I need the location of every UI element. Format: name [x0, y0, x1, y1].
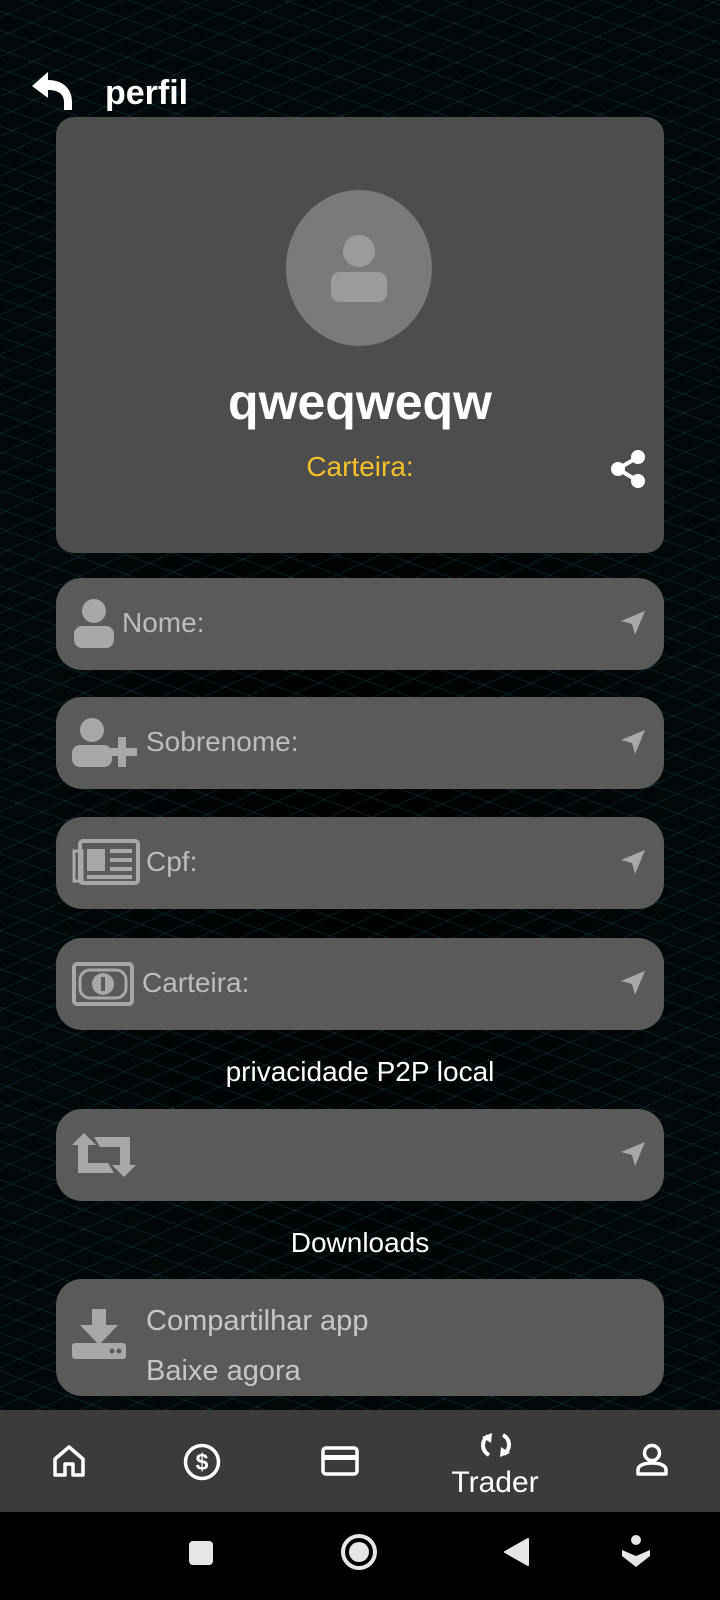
- share-app-title: Compartilhar app: [146, 1305, 369, 1337]
- wallet-label: Carteira:: [306, 451, 414, 482]
- nav-card[interactable]: [290, 1410, 390, 1512]
- newspaper-icon: [72, 839, 140, 885]
- nav-dollar[interactable]: $: [153, 1410, 253, 1512]
- person-icon: [636, 1443, 668, 1476]
- back-button[interactable]: [28, 68, 76, 114]
- location-arrow-icon: [621, 850, 645, 874]
- downloads-section-title: Downloads: [290, 1227, 430, 1258]
- assistant-button[interactable]: [620, 1534, 652, 1575]
- share-icon: [611, 450, 645, 488]
- location-arrow-icon: [621, 971, 645, 995]
- system-nav-bar: [0, 1512, 720, 1600]
- share-app-subtitle: Baixe agora: [146, 1355, 301, 1387]
- bottom-nav: $ Trader: [0, 1410, 720, 1512]
- field-label-sobrenome: Sobrenome:: [146, 726, 299, 757]
- field-label-cpf: Cpf:: [146, 846, 198, 877]
- header: perfil: [0, 64, 720, 120]
- back-nav-button[interactable]: [502, 1537, 530, 1572]
- username: qweqweqw: [228, 374, 492, 430]
- svg-text:$: $: [196, 1449, 209, 1475]
- page-title: perfil: [105, 74, 189, 112]
- credit-card-icon: [321, 1446, 359, 1476]
- share-app-card[interactable]: Compartilhar app Baixe agora: [56, 1279, 664, 1396]
- download-icon: [72, 1309, 126, 1359]
- nav-trader[interactable]: Trader: [435, 1410, 555, 1512]
- field-row-nome[interactable]: Nome:: [56, 578, 664, 670]
- retweet-icon: [72, 1133, 136, 1177]
- user-plus-icon: [72, 718, 137, 767]
- nav-profile[interactable]: [602, 1410, 702, 1512]
- field-row-sobrenome[interactable]: Sobrenome:: [56, 697, 664, 789]
- privacy-row[interactable]: [56, 1109, 664, 1201]
- share-button[interactable]: [608, 449, 648, 489]
- dollar-icon: $: [183, 1443, 221, 1481]
- profile-card: qweqweqw Carteira:: [56, 117, 664, 553]
- home-icon: [53, 1445, 85, 1477]
- avatar[interactable]: [286, 190, 432, 346]
- square-icon: [189, 1541, 213, 1565]
- field-label-carteira: Carteira:: [142, 967, 250, 998]
- recents-button[interactable]: [188, 1540, 214, 1571]
- user-icon: [74, 599, 114, 648]
- field-row-cpf[interactable]: Cpf:: [56, 817, 664, 909]
- triangle-back-icon: [504, 1538, 529, 1566]
- location-arrow-icon: [621, 611, 645, 635]
- nav-home[interactable]: [20, 1410, 120, 1512]
- home-button[interactable]: [340, 1533, 378, 1576]
- location-arrow-icon: [621, 730, 645, 754]
- field-row-carteira[interactable]: Carteira:: [56, 938, 664, 1030]
- circle-icon: [341, 1534, 377, 1570]
- field-label-nome: Nome:: [122, 607, 205, 638]
- money-bill-icon: [72, 962, 134, 1006]
- privacy-section-title: privacidade P2P local: [225, 1056, 495, 1087]
- location-arrow-icon: [621, 1142, 645, 1166]
- assistant-icon: [622, 1535, 650, 1567]
- sync-icon: [481, 1433, 511, 1457]
- avatar-user-icon: [331, 235, 387, 302]
- back-arrow-icon: [32, 72, 72, 110]
- nav-trader-label: Trader: [451, 1466, 539, 1499]
